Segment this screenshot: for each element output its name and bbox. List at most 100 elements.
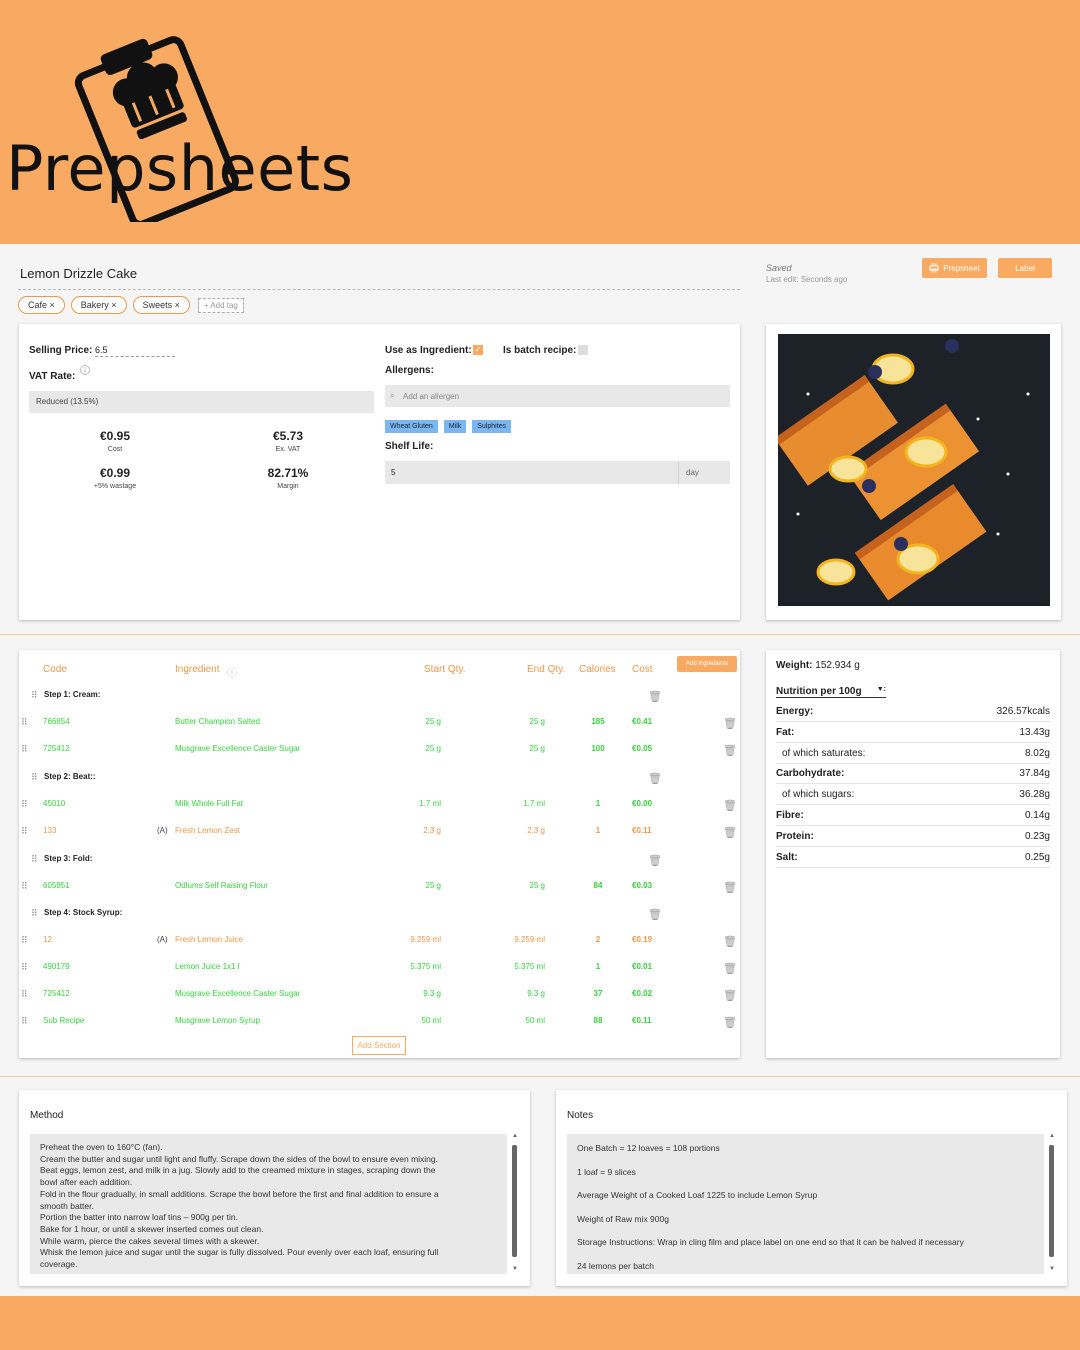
table-row[interactable]: ⠿ 490179 Lemon Juice 1x1 l 5.375 ml 5.375 ml…	[19, 962, 741, 976]
drag-handle-icon[interactable]: ⠿	[21, 799, 28, 810]
scroll-down-icon[interactable]: ▼	[1049, 1266, 1055, 1272]
drag-handle-icon[interactable]: ⠿	[31, 690, 38, 701]
ingredient-name[interactable]: Milk Whole Full Fat	[175, 799, 243, 808]
shelf-life-input[interactable]: 5	[385, 461, 678, 484]
header-calories[interactable]: Calories	[579, 664, 616, 675]
header-end-qty[interactable]: End Qty.	[527, 664, 565, 675]
ingredient-code[interactable]: 490179	[43, 962, 70, 971]
ingredient-name[interactable]: Musgrave Excellence Caster Sugar	[175, 989, 300, 998]
drag-handle-icon[interactable]: ⠿	[21, 881, 28, 892]
trash-icon[interactable]: 🗑	[723, 717, 737, 730]
scroll-up-icon[interactable]: ▲	[1049, 1133, 1055, 1139]
tag-bakery[interactable]: Bakery ×	[70, 296, 127, 314]
ingredient-name[interactable]: Butter Champion Salted	[175, 717, 260, 726]
table-row[interactable]: ⠿ Sub Recipe Musgrave Lemon Syrup 50 ml 50 m…	[19, 1016, 741, 1030]
batch-recipe-checkbox[interactable]	[578, 345, 588, 355]
trash-icon[interactable]: 🗑	[723, 962, 737, 975]
drag-handle-icon[interactable]: ⠿	[21, 989, 28, 1000]
header-start-qty[interactable]: Start Qty.	[424, 664, 466, 675]
ingredient-code[interactable]: 133	[43, 826, 56, 835]
allergen-search-input[interactable]: ⌕ Add an allergen	[385, 385, 730, 407]
nutrition-basis-select[interactable]: Nutrition per 100g ▼:	[776, 686, 886, 698]
drag-handle-icon[interactable]: ⠿	[21, 826, 28, 837]
end-qty[interactable]: 9.259 ml	[514, 935, 545, 944]
ingredient-code[interactable]: 766854	[43, 717, 70, 726]
drag-handle-icon[interactable]: ⠿	[21, 1016, 28, 1027]
add-section-button[interactable]: Add Section	[352, 1036, 406, 1055]
trash-icon[interactable]: 🗑	[723, 826, 737, 839]
ingredient-name[interactable]: Fresh Lemon Juice	[175, 935, 243, 944]
ingredient-code[interactable]: Sub Recipe	[43, 1016, 84, 1025]
recipe-title[interactable]: Lemon Drizzle Cake	[20, 266, 137, 281]
step-label[interactable]: Step 3: Fold:	[44, 854, 92, 863]
table-row[interactable]: ⠿ 725412 Musgrave Excellence Caster Sugar 9…	[19, 989, 741, 1003]
drag-handle-icon[interactable]: ⠿	[31, 908, 38, 919]
ingredient-code[interactable]: 45010	[43, 799, 65, 808]
table-row[interactable]: ⠿ 133 (A) Fresh Lemon Zest 2.3 g 2.3 g 1 €0.11 🗑	[19, 826, 741, 840]
drag-handle-icon[interactable]: ⠿	[21, 935, 28, 946]
start-qty[interactable]: 2.3 g	[423, 826, 441, 835]
table-row[interactable]: ⠿ 12 (A) Fresh Lemon Juice 9.259 ml 9.259 ml 2…	[19, 935, 741, 949]
info-icon[interactable]: i	[80, 365, 90, 375]
start-qty[interactable]: 25 g	[425, 881, 441, 890]
ingredient-code[interactable]: 725412	[43, 744, 70, 753]
notes-scrollbar[interactable]	[1049, 1145, 1054, 1257]
step-label[interactable]: Step 4: Stock Syrup:	[44, 908, 122, 917]
allergen-chip[interactable]: Wheat Gluten	[385, 420, 438, 433]
step-label[interactable]: Step 2: Beat::	[44, 772, 96, 781]
method-textarea[interactable]: Preheat the oven to 160°C (fan). Cream th…	[30, 1134, 507, 1274]
ingredient-name[interactable]: Fresh Lemon Zest	[175, 826, 240, 835]
method-scrollbar[interactable]	[512, 1145, 517, 1257]
step-label[interactable]: Step 1: Cream:	[44, 690, 100, 699]
start-qty[interactable]: 9.3 g	[423, 989, 441, 998]
selling-price-input[interactable]: 6.5	[95, 345, 175, 357]
table-row[interactable]: ⠿ 45010 Milk Whole Full Fat 1.7 ml 1.7 ml 1 €0…	[19, 799, 741, 813]
trash-icon[interactable]: 🗑	[648, 690, 662, 703]
tag-sweets[interactable]: Sweets ×	[132, 296, 190, 314]
drag-handle-icon[interactable]: ⠿	[21, 744, 28, 755]
scroll-up-icon[interactable]: ▲	[512, 1133, 518, 1139]
end-qty[interactable]: 2.3 g	[527, 826, 545, 835]
prepsheet-button[interactable]: Prepsheet	[922, 258, 987, 278]
ingredient-code[interactable]: 605851	[43, 881, 70, 890]
drag-handle-icon[interactable]: ⠿	[31, 854, 38, 865]
trash-icon[interactable]: 🗑	[723, 744, 737, 757]
header-cost[interactable]: Cost	[632, 664, 653, 675]
header-code[interactable]: Code	[43, 664, 67, 675]
lemon-cake-photo[interactable]	[778, 334, 1050, 606]
drag-handle-icon[interactable]: ⠿	[21, 962, 28, 973]
end-qty[interactable]: 25 g	[529, 881, 545, 890]
info-icon[interactable]: ⓘ	[227, 664, 237, 679]
start-qty[interactable]: 1.7 ml	[419, 799, 441, 808]
use-as-ingredient-checkbox[interactable]: ✓	[473, 345, 483, 355]
allergen-chip[interactable]: Sulphites	[472, 420, 512, 433]
ingredient-name[interactable]: Lemon Juice 1x1 l	[175, 962, 239, 971]
tag-cafe[interactable]: Cafe ×	[18, 296, 65, 314]
trash-icon[interactable]: 🗑	[723, 881, 737, 894]
ingredient-code[interactable]: 12	[43, 935, 52, 944]
start-qty[interactable]: 50 ml	[421, 1016, 441, 1025]
end-qty[interactable]: 25 g	[529, 744, 545, 753]
drag-handle-icon[interactable]: ⠿	[31, 772, 38, 783]
end-qty[interactable]: 9.3 g	[527, 989, 545, 998]
start-qty[interactable]: 9.259 ml	[410, 935, 441, 944]
trash-icon[interactable]: 🗑	[648, 772, 662, 785]
add-tag-button[interactable]: + Add tag	[197, 297, 244, 313]
table-row[interactable]: ⠿ 725412 Musgrave Excellence Caster Sugar 2…	[19, 744, 741, 758]
trash-icon[interactable]: 🗑	[648, 854, 662, 867]
notes-textarea[interactable]: One Batch = 12 loaves = 108 portions 1 lo…	[567, 1134, 1044, 1274]
trash-icon[interactable]: 🗑	[723, 935, 737, 948]
start-qty[interactable]: 5.375 ml	[410, 962, 441, 971]
ingredient-name[interactable]: Odlums Self Raising Flour	[175, 881, 268, 890]
end-qty[interactable]: 25 g	[529, 717, 545, 726]
ingredient-name[interactable]: Musgrave Lemon Syrup	[175, 1016, 260, 1025]
ingredient-code[interactable]: 725412	[43, 989, 70, 998]
allergen-chip[interactable]: Milk	[443, 420, 467, 433]
start-qty[interactable]: 25 g	[425, 744, 441, 753]
table-row[interactable]: ⠿ 605851 Odlums Self Raising Flour 25 g 25 g…	[19, 881, 741, 895]
end-qty[interactable]: 50 ml	[525, 1016, 545, 1025]
start-qty[interactable]: 25 g	[425, 717, 441, 726]
add-ingredients-button[interactable]: Add Ingredients	[677, 656, 737, 672]
drag-handle-icon[interactable]: ⠿	[21, 717, 28, 728]
header-ingredient[interactable]: Ingredient	[175, 664, 219, 675]
